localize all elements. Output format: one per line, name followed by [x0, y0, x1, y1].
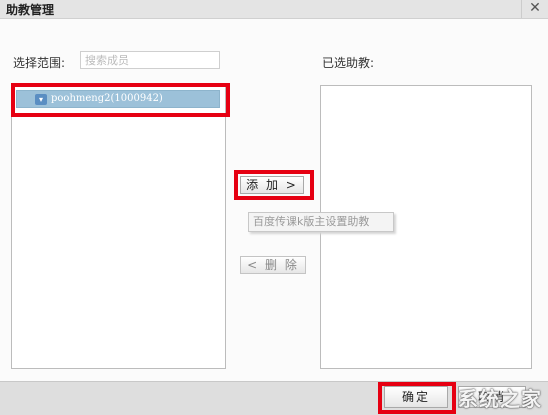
selected-assistants-label: 已选助教: — [322, 56, 375, 70]
close-button[interactable]: ✕ — [521, 0, 548, 18]
user-icon: ▾ — [35, 94, 47, 105]
title-bar: 助教管理 ✕ — [0, 0, 548, 19]
member-list[interactable]: ▾ poohmeng2(1000942) — [11, 85, 226, 369]
window-title: 助教管理 — [6, 3, 55, 17]
list-item-member[interactable]: ▾ poohmeng2(1000942) — [16, 90, 220, 108]
watermark-text: 系统之家 — [458, 387, 542, 411]
member-search-input[interactable] — [80, 51, 220, 69]
tooltip: 百度传课k版主设置助教 — [248, 212, 394, 232]
close-icon[interactable]: ✕ — [529, 0, 541, 16]
scope-label: 选择范围: — [13, 56, 66, 70]
watermark-logo: 系统之家 — [382, 377, 548, 414]
add-button[interactable]: 添 加 > — [240, 176, 304, 194]
delete-button[interactable]: < 删 除 — [240, 256, 306, 274]
member-name: poohmeng2(1000942) — [51, 93, 163, 104]
